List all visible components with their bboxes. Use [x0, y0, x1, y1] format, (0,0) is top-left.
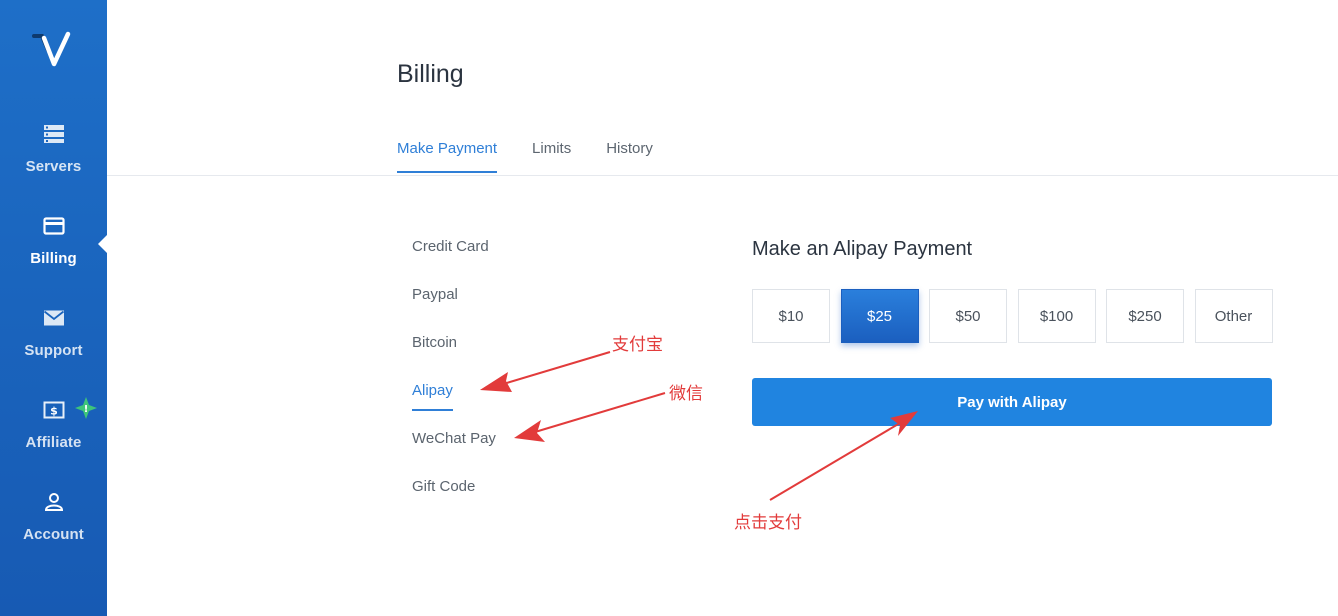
amount-options: $10 $25 $50 $100 $250 Other: [752, 289, 1283, 343]
servers-icon: [42, 122, 66, 146]
amount-option-100[interactable]: $100: [1017, 289, 1096, 343]
active-nav-pointer: [98, 235, 107, 253]
method-paypal[interactable]: Paypal: [412, 286, 496, 334]
sidebar-item-servers[interactable]: Servers: [0, 122, 107, 202]
credit-card-icon: [42, 214, 66, 238]
amount-option-50[interactable]: $50: [929, 289, 1007, 343]
sidebar-item-label: Billing: [30, 250, 77, 267]
method-wechat-pay[interactable]: WeChat Pay: [412, 430, 496, 478]
affiliate-alert-badge-icon: !: [75, 397, 97, 419]
sidebar: Servers Billing Support $ Affiliate ! Ac…: [0, 0, 107, 616]
sidebar-item-billing[interactable]: Billing: [0, 214, 107, 294]
payment-heading: Make an Alipay Payment: [752, 238, 973, 260]
tab-history[interactable]: History: [606, 140, 653, 173]
method-gift-code[interactable]: Gift Code: [412, 478, 496, 526]
sidebar-item-label: Servers: [25, 158, 82, 175]
amount-option-250[interactable]: $250: [1106, 289, 1184, 343]
tab-limits[interactable]: Limits: [532, 140, 571, 173]
amount-option-25[interactable]: $25: [840, 289, 919, 343]
header-divider: [107, 175, 1338, 176]
annotation-label-alipay: 支付宝: [612, 335, 663, 355]
annotation-arrow-alipay: [480, 351, 611, 392]
amount-option-10[interactable]: $10: [752, 289, 830, 343]
annotation-label-click-pay: 点击支付: [734, 513, 802, 533]
sidebar-item-label: Support: [24, 342, 83, 359]
annotation-label-wechat: 微信: [669, 384, 703, 404]
billing-tabs: Make Payment Limits History: [397, 140, 688, 173]
annotation-arrow-wechat: [514, 392, 666, 442]
envelope-icon: [42, 306, 66, 330]
tab-make-payment[interactable]: Make Payment: [397, 140, 498, 173]
sidebar-item-account[interactable]: Account: [0, 490, 107, 570]
dollar-icon: $: [42, 398, 66, 422]
page-title: Billing: [397, 60, 464, 88]
vultr-logo-icon[interactable]: [30, 30, 74, 74]
sidebar-item-label: Affiliate: [25, 434, 82, 451]
payment-method-list: Credit Card Paypal Bitcoin Alipay WeChat…: [412, 238, 496, 526]
sidebar-item-label: Account: [23, 526, 84, 543]
pay-with-alipay-button[interactable]: Pay with Alipay: [752, 378, 1272, 426]
method-alipay[interactable]: Alipay: [412, 382, 496, 430]
method-credit-card[interactable]: Credit Card: [412, 238, 496, 286]
method-bitcoin[interactable]: Bitcoin: [412, 334, 496, 382]
svg-text:$: $: [50, 405, 58, 418]
sidebar-item-support[interactable]: Support: [0, 306, 107, 386]
svg-text:!: !: [84, 404, 89, 415]
amount-option-other[interactable]: Other: [1194, 289, 1273, 343]
user-icon: [42, 490, 66, 514]
